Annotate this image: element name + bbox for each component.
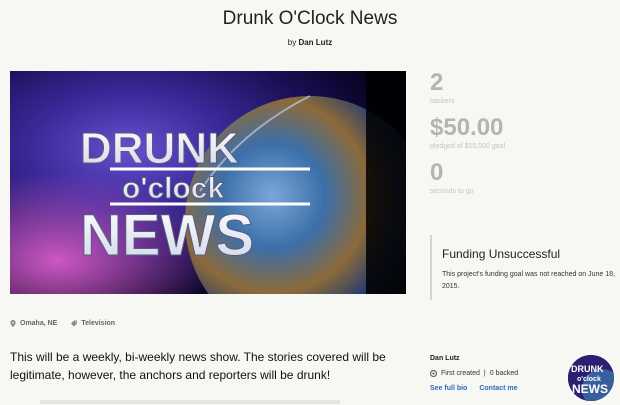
author-link[interactable]: Dan Lutz <box>298 38 332 47</box>
byline-prefix: by <box>287 38 297 47</box>
funding-status-box: Funding Unsuccessful This project's fund… <box>430 235 615 300</box>
contact-me-link[interactable]: Contact me <box>479 385 517 392</box>
project-description: This will be a weekly, bi-weekly news sh… <box>10 350 386 382</box>
category-link[interactable]: Television <box>71 320 115 327</box>
faded-text-line <box>40 400 340 404</box>
creator-avatar[interactable]: DRUNK o'clock NEWS <box>568 355 614 401</box>
video-title-line1: DRUNK <box>80 124 239 173</box>
project-stats: 2 backers $50.00 pledged of $15,500 goal… <box>430 70 610 205</box>
location-link[interactable]: Omaha, NE <box>10 320 57 327</box>
video-title-line3: NEWS <box>80 203 254 268</box>
video-title-line2: o'clock <box>122 172 224 205</box>
byline: by Dan Lutz <box>0 38 620 47</box>
pledged-amount: $50.00 <box>430 114 504 141</box>
pledged-label: pledged of $15,500 goal <box>430 143 506 150</box>
funding-status-title: Funding Unsuccessful <box>442 247 561 261</box>
project-video[interactable]: DRUNK o'clock NEWS <box>10 71 406 294</box>
location-label: Omaha, NE <box>20 320 58 327</box>
location-pin-icon <box>10 320 16 327</box>
created-count: First created <box>441 370 480 377</box>
page-title: Drunk O'Clock News <box>222 8 398 29</box>
creator-links: See full bio Contact me <box>430 385 570 392</box>
created-icon <box>430 370 437 377</box>
seconds-count: 0 <box>430 159 444 186</box>
creator-panel: Dan Lutz First created | 0 backed See fu… <box>430 355 570 392</box>
video-thumbnail: DRUNK o'clock NEWS <box>10 71 406 294</box>
backed-count: 0 backed <box>489 370 519 377</box>
tag-icon <box>71 320 78 327</box>
avatar-text-line3: NEWS <box>572 382 608 396</box>
avatar-text-line1: DRUNK <box>571 364 604 374</box>
funding-status-text: This project's funding goal was not reac… <box>442 271 615 290</box>
info-separator: | <box>483 370 486 377</box>
see-full-bio-link[interactable]: See full bio <box>430 385 467 392</box>
avatar-image: DRUNK o'clock NEWS <box>568 355 614 401</box>
category-label: Television <box>81 320 116 327</box>
backers-count: 2 <box>430 69 444 96</box>
creator-name[interactable]: Dan Lutz <box>430 355 570 362</box>
backers-label: backers <box>430 98 455 105</box>
project-meta: Omaha, NE Television <box>10 320 115 327</box>
seconds-label: seconds to go <box>430 188 474 195</box>
creator-info: First created | 0 backed <box>430 370 570 377</box>
